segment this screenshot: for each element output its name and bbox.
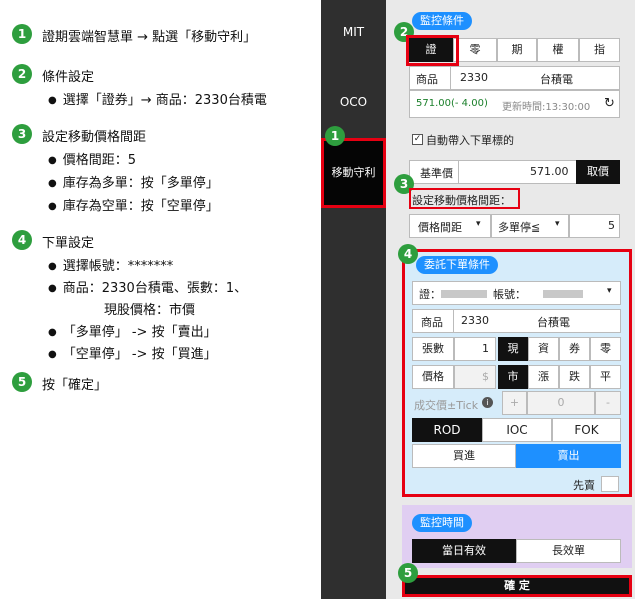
highlight-box [406, 35, 459, 66]
divider [453, 310, 454, 332]
sidebar: MIT OCO 移動守利 1 [321, 0, 396, 599]
account-prefix: 證： [419, 288, 441, 301]
step-badge: 1 [12, 24, 32, 44]
confirm-button[interactable]: 確 定 [402, 575, 632, 597]
spread-value: 5 [608, 219, 615, 232]
tab-odd[interactable]: 零 [453, 38, 497, 62]
price-input[interactable]: $ [454, 365, 496, 389]
stop-select-value: 多單停≦ [498, 221, 541, 234]
quote-row: 571.00(- 4.00) 更新時間:13:30:00 ↻ [409, 90, 620, 118]
refresh-icon[interactable]: ↻ [604, 96, 615, 111]
base-label: 基準價 [420, 167, 453, 180]
step-sub: 現股價格：市價 [104, 303, 196, 318]
chevron-down-icon: ▾ [607, 286, 612, 296]
product-name: 台積電 [540, 73, 573, 86]
fetch-price-button[interactable]: 取價 [576, 160, 620, 184]
marker-badge: 4 [398, 244, 418, 264]
tick-plus-button[interactable]: + [502, 391, 527, 415]
order-title: 委託下單條件 [416, 256, 498, 274]
step-sub: 價格間距：5 [48, 149, 136, 168]
tick-minus-button[interactable]: - [595, 391, 621, 415]
marker-badge: 1 [325, 126, 345, 146]
info-icon[interactable]: i [482, 397, 493, 408]
tif-rod[interactable]: ROD [412, 418, 482, 442]
qty-type-cash[interactable]: 現 [498, 337, 528, 361]
tab-index[interactable]: 指 [579, 38, 620, 62]
step-sub: 選擇「證券」→ 商品：2330台積電 [48, 89, 267, 108]
auto-bring-label: 自動帶入下單標的 [426, 134, 514, 147]
first-sell-label: 先賣 [573, 479, 595, 492]
buy-button[interactable]: 買進 [412, 444, 516, 468]
step-title: 設定移動價格間距 [42, 130, 147, 145]
tick-input[interactable]: 0 [527, 391, 595, 415]
masked-value [441, 290, 487, 298]
chevron-down-icon: ▾ [555, 219, 560, 229]
product-row: 商品 2330 台積電 [409, 66, 620, 90]
account-label: 帳號： [493, 288, 526, 301]
step-badge: 3 [12, 124, 32, 144]
step-sub: 「多單停」 -> 按「賣出」 [48, 321, 217, 340]
step-badge: 2 [12, 64, 32, 84]
step-title: 證期雲端智慧單 → 點選「移動守利」 [42, 30, 257, 45]
spread-select-value: 價格間距 [418, 221, 462, 234]
step-sub: 商品：2330台積電、張數：1、 [48, 277, 247, 296]
update-time: 更新時間:13:30:00 [502, 102, 591, 113]
qty-input[interactable]: 1 [454, 337, 496, 361]
first-sell-checkbox[interactable] [601, 476, 619, 492]
tick-label: 成交價±Tick [414, 399, 479, 412]
tif-ioc[interactable]: IOC [482, 418, 552, 442]
highlight-box [409, 188, 520, 209]
base-value[interactable]: 571.00 [530, 165, 569, 178]
tif-fok[interactable]: FOK [552, 418, 621, 442]
monitor-title: 監控條件 [412, 12, 472, 30]
step-badge: 4 [12, 230, 32, 250]
qty-type-odd[interactable]: 零 [590, 337, 621, 361]
step-badge: 5 [12, 372, 32, 392]
product-label: 商品 [416, 73, 438, 86]
auto-bring-checkbox[interactable]: ✓ [412, 134, 423, 145]
divider [450, 67, 451, 89]
divider [458, 161, 459, 183]
order-panel: 監控條件 2 證 零 期 權 指 商品 2330 台積電 571.00(- 4.… [386, 0, 635, 599]
sidebar-item-oco[interactable]: OCO [321, 92, 386, 112]
step-sub: 庫存為多單：按「多單停」 [48, 172, 219, 191]
sidebar-item-trailing-stop[interactable]: 移動守利 [321, 138, 386, 208]
product-label: 商品 [421, 316, 443, 329]
stop-select[interactable]: 多單停≦ ▾ [491, 214, 569, 238]
step-title: 下單設定 [42, 236, 95, 251]
step-sub: 選擇帳號：******* [48, 255, 174, 274]
time-gtc-button[interactable]: 長效單 [516, 539, 621, 563]
tab-futures[interactable]: 期 [497, 38, 537, 62]
price-type-flat[interactable]: 平 [590, 365, 621, 389]
time-today-button[interactable]: 當日有效 [412, 539, 516, 563]
order-product-row: 商品 2330 台積電 [412, 309, 621, 333]
tab-options[interactable]: 權 [537, 38, 579, 62]
price-type-market[interactable]: 市 [498, 365, 528, 389]
qty-type-short[interactable]: 券 [559, 337, 590, 361]
chevron-down-icon: ▾ [476, 219, 481, 229]
qty-type-margin[interactable]: 資 [528, 337, 559, 361]
step-sub: 「空單停」 -> 按「買進」 [48, 343, 217, 362]
marker-badge: 5 [398, 563, 418, 583]
product-name: 台積電 [537, 316, 570, 329]
product-code: 2330 [460, 71, 488, 84]
price-change: 571.00(- 4.00) [416, 98, 488, 109]
account-select[interactable]: 證： 帳號： ▾ [412, 281, 621, 305]
spread-input[interactable]: 5 [569, 214, 620, 238]
price-type-limit-down[interactable]: 跌 [559, 365, 590, 389]
time-title: 監控時間 [412, 514, 472, 532]
qty-label: 張數 [412, 337, 454, 361]
price-label: 價格 [412, 365, 454, 389]
step-title: 按「確定」 [42, 378, 108, 393]
sell-button[interactable]: 賣出 [516, 444, 621, 468]
sidebar-item-mit[interactable]: MIT [321, 22, 386, 42]
price-type-limit-up[interactable]: 漲 [528, 365, 559, 389]
step-sub: 庫存為空單：按「空單停」 [48, 195, 219, 214]
masked-value [543, 290, 583, 298]
product-code: 2330 [461, 314, 489, 327]
step-title: 條件設定 [42, 70, 95, 85]
spread-select[interactable]: 價格間距 ▾ [409, 214, 491, 238]
